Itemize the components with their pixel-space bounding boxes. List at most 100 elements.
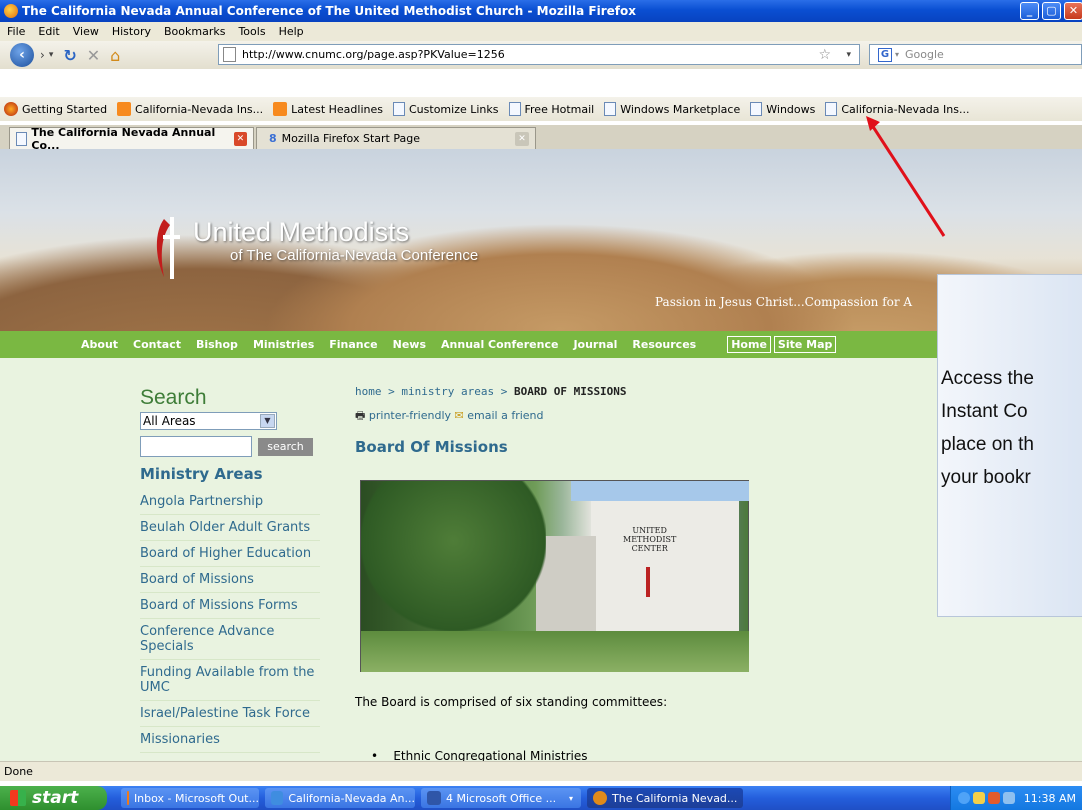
menu-bookmarks[interactable]: Bookmarks [164,25,225,38]
close-tab-icon[interactable]: ✕ [233,131,247,146]
page-icon [16,131,28,146]
start-button[interactable]: start [0,786,107,810]
clock: 11:38 AM [1023,791,1076,805]
bookmark-label: California-Nevada Ins... [135,102,264,116]
menu-help[interactable]: Help [279,25,304,38]
cross-icon [646,567,650,597]
bookmark-label: Getting Started [22,102,108,116]
menu-file[interactable]: File [7,25,25,38]
nav-annual-conference[interactable]: Annual Conference [441,338,558,351]
ministry-areas-heading: Ministry Areas [140,465,263,483]
bookmark-star-icon[interactable]: ☆ [818,47,831,63]
bookmark-windows[interactable]: Windows [750,102,815,116]
callout-line: place on th [941,434,1034,455]
stop-icon[interactable]: ✕ [87,46,100,65]
site-search-input[interactable] [140,436,252,457]
nav-news[interactable]: News [393,338,426,351]
nav-home[interactable]: Home [727,336,771,353]
menu-tools[interactable]: Tools [238,25,265,38]
monitor-icon[interactable] [1002,792,1015,804]
site-search-button[interactable]: search [258,438,313,456]
network-icon[interactable] [957,792,970,804]
url-dropdown-icon[interactable]: ▾ [846,50,851,60]
page-icon [508,102,521,116]
email-friend-link[interactable]: email a friend [467,409,543,422]
firefox-icon [4,102,18,116]
back-button[interactable]: ‹ [10,43,34,67]
firefox-tray-icon[interactable] [987,792,1000,804]
mail-icon[interactable] [972,792,985,804]
navigation-toolbar: ‹ › ▾ ↻ ✕ ⌂ http://www.cnumc.org/page.as… [0,41,1082,69]
nav-site-map[interactable]: Site Map [773,336,837,353]
menu-edit[interactable]: Edit [38,25,59,38]
close-button[interactable]: ✕ [1064,2,1082,20]
bookmark-getting-started[interactable]: Getting Started [0,102,107,116]
sidebar-item-missionaries[interactable]: Missionaries [140,727,320,753]
group-dropdown-icon[interactable]: ▾ [569,794,573,803]
taskbar-label: The California Nevad... [612,791,738,805]
bookmark-latest-headlines[interactable]: Latest Headlines [273,102,383,116]
google-icon[interactable]: G [878,47,892,62]
sidebar: Search All Areas ▼ search Ministry Areas… [140,386,320,753]
chevron-down-icon[interactable]: ▼ [260,414,275,428]
sidebar-item-advance-specials[interactable]: Conference Advance Specials [140,619,320,660]
search-engine-dropdown-icon[interactable]: ▾ [895,50,899,59]
rss-icon [117,102,132,116]
tab-firefox-start[interactable]: 8 Mozilla Firefox Start Page ✕ [256,127,536,149]
nav-ministries[interactable]: Ministries [253,338,314,351]
sidebar-item-israel-palestine[interactable]: Israel/Palestine Task Force [140,701,320,727]
search-bar[interactable]: G ▾ Google [869,44,1082,65]
search-heading: Search [140,386,207,409]
forward-button[interactable]: › [40,48,45,62]
search-placeholder: Google [905,48,944,61]
email-icon[interactable]: ✉ [455,409,464,422]
building-sign: UNITED METHODIST CENTER [623,526,677,553]
reload-icon[interactable]: ↻ [63,46,76,65]
nav-finance[interactable]: Finance [329,338,377,351]
taskbar-item-ie[interactable]: California-Nevada An... [265,788,415,808]
breadcrumb-home[interactable]: home [355,385,382,398]
taskbar-item-outlook[interactable]: Inbox - Microsoft Out... [121,788,259,808]
bookmark-label: Windows [766,102,816,116]
sidebar-item-missions-forms[interactable]: Board of Missions Forms [140,593,320,619]
breadcrumb-ministry-areas[interactable]: ministry areas [401,385,494,398]
taskbar-item-firefox[interactable]: The California Nevad... [587,788,743,808]
bookmark-customize-links[interactable]: Customize Links [393,102,499,116]
status-text: Done [4,765,33,778]
nav-contact[interactable]: Contact [133,338,181,351]
menu-view[interactable]: View [73,25,99,38]
sidebar-item-angola-partnership[interactable]: Angola Partnership [140,489,320,515]
sidebar-item-funding[interactable]: Funding Available from the UMC [140,660,320,701]
close-tab-icon[interactable]: ✕ [515,131,529,146]
url-bar[interactable]: http://www.cnumc.org/page.asp?PKValue=12… [218,44,860,65]
printer-icon[interactable]: 🖶 [355,409,365,422]
taskbar-item-office[interactable]: 4 Microsoft Office ... ▾ [421,788,581,808]
bookmark-label: Windows Marketplace [620,102,741,116]
sidebar-item-board-of-missions[interactable]: Board of Missions [140,567,320,593]
bookmark-california-nevada-feed[interactable]: California-Nevada Ins... [117,102,263,116]
status-bar: Done [0,761,1082,781]
breadcrumb: home > ministry areas > BOARD OF MISSION… [355,385,775,398]
taskbar-label: California-Nevada An... [288,791,415,805]
area-select[interactable]: All Areas ▼ [140,412,277,430]
maximize-button[interactable]: ▢ [1042,2,1061,20]
bookmark-free-hotmail[interactable]: Free Hotmail [508,102,594,116]
minimize-button[interactable]: _ [1020,2,1039,20]
callout-line: your bookr [941,467,1031,488]
history-dropdown-icon[interactable]: ▾ [49,50,54,60]
committee-label[interactable]: Ethnic Congregational Ministries [393,749,587,761]
nav-about[interactable]: About [81,338,118,351]
printer-friendly-link[interactable]: printer-friendly [369,409,451,422]
outlook-icon [127,791,129,805]
home-icon[interactable]: ⌂ [110,46,120,65]
page-icon [393,102,405,116]
tab-california-nevada[interactable]: The California Nevada Annual Co... ✕ [9,126,254,152]
nav-journal[interactable]: Journal [573,338,617,351]
windows-taskbar: start Inbox - Microsoft Out... Californi… [0,786,1082,810]
sidebar-item-beulah-grants[interactable]: Beulah Older Adult Grants [140,515,320,541]
nav-bishop[interactable]: Bishop [196,338,238,351]
bookmark-windows-marketplace[interactable]: Windows Marketplace [604,102,740,116]
sidebar-item-higher-education[interactable]: Board of Higher Education [140,541,320,567]
nav-resources[interactable]: Resources [632,338,696,351]
menu-history[interactable]: History [112,25,151,38]
